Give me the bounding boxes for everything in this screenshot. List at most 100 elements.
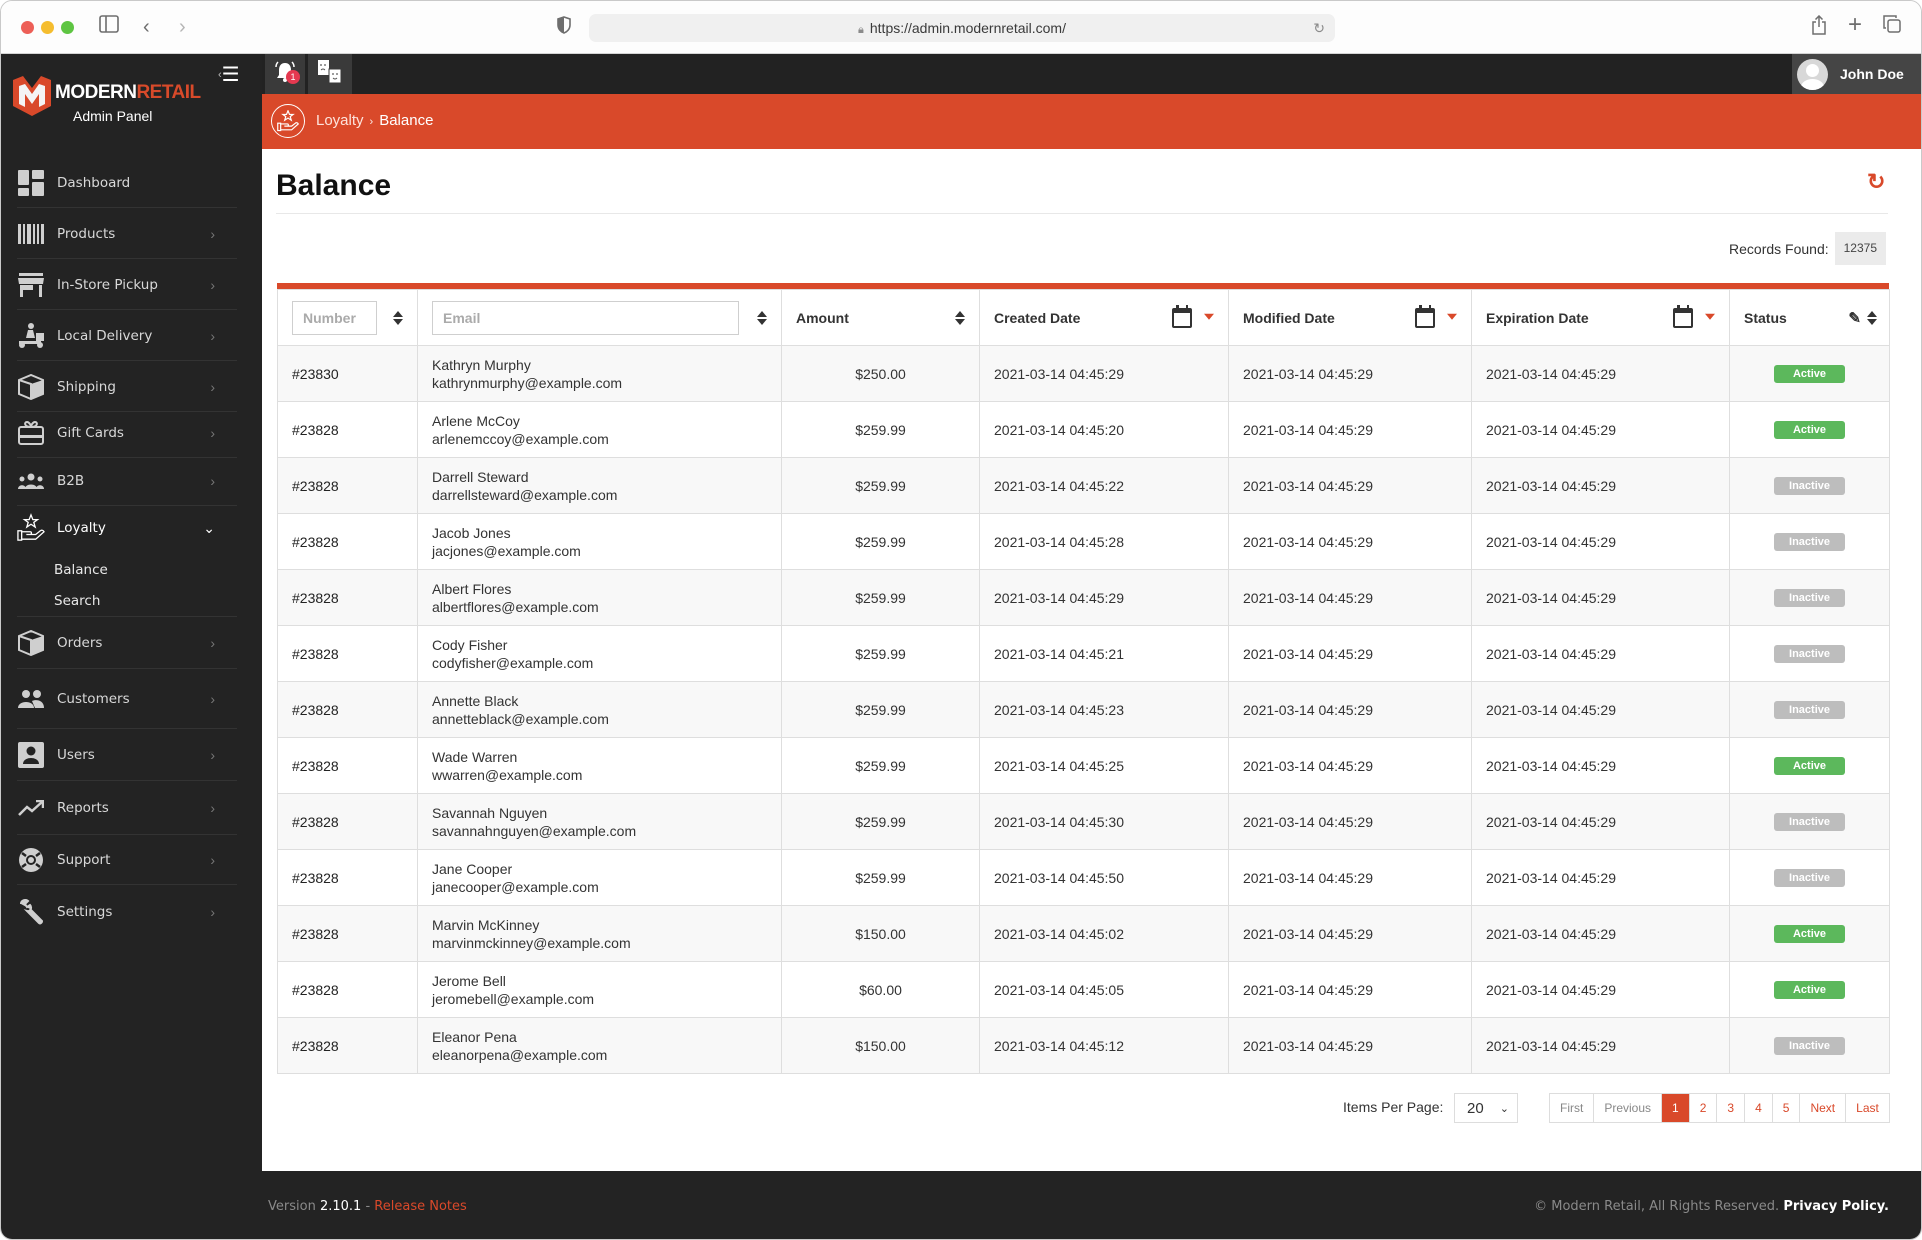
order-number[interactable]: #23828 <box>292 422 339 438</box>
cell-customer: Annette Black annetteblack@example.com <box>417 681 782 738</box>
column-status[interactable]: Status ✎ <box>1729 289 1890 346</box>
table-row[interactable]: #23828 Jane Cooper janecooper@example.com $… <box>277 849 1890 906</box>
sidebar-subitem-balance[interactable]: Balance <box>54 562 108 578</box>
page-5-button[interactable]: 5 <box>1772 1094 1801 1122</box>
table-row[interactable]: #23828 Marvin McKinney marvinmckinney@exam… <box>277 905 1890 962</box>
release-notes-link[interactable]: Release Notes <box>374 1199 466 1214</box>
new-tab-icon[interactable]: + <box>1848 13 1862 37</box>
close-window-button[interactable] <box>21 21 34 34</box>
privacy-policy-link[interactable]: Privacy Policy. <box>1783 1199 1889 1214</box>
table-row[interactable]: #23830 Kathryn Murphy kathrynmurphy@exampl… <box>277 345 1890 402</box>
table-row[interactable]: #23828 Annette Black annetteblack@example.… <box>277 681 1890 738</box>
notifications-button[interactable]: 1 <box>265 54 305 94</box>
table-row[interactable]: #23828 Eleanor Pena eleanorpena@example.co… <box>277 1017 1890 1074</box>
table-row[interactable]: #23828 Cody Fisher codyfisher@example.com $… <box>277 625 1890 682</box>
page-first-button[interactable]: First <box>1550 1094 1595 1122</box>
share-icon[interactable] <box>1811 14 1827 41</box>
table-row[interactable]: #23828 Arlene McCoy arlenemccoy@example.co… <box>277 401 1890 458</box>
page-title: Balance <box>276 169 392 202</box>
page-1-button[interactable]: 1 <box>1662 1094 1690 1122</box>
calendar-icon[interactable] <box>1415 304 1435 328</box>
forward-icon[interactable]: › <box>179 15 186 39</box>
maximize-window-button[interactable] <box>61 21 74 34</box>
order-number[interactable]: #23828 <box>292 702 339 718</box>
table-row[interactable]: #23828 Albert Flores albertflores@example.… <box>277 569 1890 626</box>
order-number[interactable]: #23828 <box>292 870 339 886</box>
sidebar-item-gift-cards[interactable]: Gift Cards › <box>17 408 237 458</box>
email-filter-input[interactable] <box>432 300 739 335</box>
order-number[interactable]: #23828 <box>292 814 339 830</box>
table-row[interactable]: #23828 Jacob Jones jacjones@example.com $25… <box>277 513 1890 570</box>
order-number[interactable]: #23828 <box>292 982 339 998</box>
table-row[interactable]: #23828 Wade Warren wwarren@example.com $259… <box>277 737 1890 794</box>
feedback-button[interactable] <box>308 54 352 94</box>
sidebar-item-label: Loyalty <box>57 520 106 536</box>
page-last-button[interactable]: Last <box>1846 1094 1889 1122</box>
shield-icon[interactable] <box>557 16 571 40</box>
sidebar-item-settings[interactable]: Settings › <box>17 885 237 939</box>
dropdown-caret-icon[interactable] <box>1447 313 1457 320</box>
order-number[interactable]: #23828 <box>292 478 339 494</box>
sidebar-item-loyalty[interactable]: Loyalty ⌄ <box>17 503 237 553</box>
items-per-page-label: Items Per Page: <box>1343 1099 1444 1115</box>
column-created-date[interactable]: Created Date <box>979 289 1229 346</box>
order-number[interactable]: #23828 <box>292 646 339 662</box>
sidebar-item-products[interactable]: Products › <box>17 209 237 259</box>
column-modified-date[interactable]: Modified Date <box>1228 289 1472 346</box>
sort-icon[interactable] <box>1867 310 1877 325</box>
calendar-icon[interactable] <box>1673 304 1693 328</box>
breadcrumb-loyalty[interactable]: Loyalty <box>316 112 364 129</box>
order-number[interactable]: #23828 <box>292 534 339 550</box>
page-previous-button[interactable]: Previous <box>1594 1094 1663 1122</box>
page-4-button[interactable]: 4 <box>1745 1094 1773 1122</box>
table-row[interactable]: #23828 Darrell Steward darrellsteward@exam… <box>277 457 1890 514</box>
sidebar-item-users[interactable]: Users › <box>17 729 237 781</box>
dropdown-caret-icon[interactable] <box>1705 313 1715 320</box>
order-number[interactable]: #23828 <box>292 1038 339 1054</box>
user-menu[interactable]: John Doe <box>1792 54 1921 94</box>
tabs-overview-icon[interactable] <box>1883 15 1901 39</box>
order-number[interactable]: #23830 <box>292 366 339 382</box>
sidebar-item-in-store-pickup[interactable]: In-Store Pickup › <box>17 260 237 310</box>
address-bar[interactable]: 🔒︎ https://admin.modernretail.com/ ↻ <box>589 14 1335 42</box>
sidebar-item-dashboard[interactable]: Dashboard <box>17 158 237 208</box>
table-row[interactable]: #23828 Savannah Nguyen savannahnguyen@exam… <box>277 793 1890 850</box>
sort-icon[interactable] <box>757 310 767 325</box>
order-number[interactable]: #23828 <box>292 758 339 774</box>
customer-email: albertflores@example.com <box>432 598 599 615</box>
column-amount[interactable]: Amount <box>781 289 980 346</box>
sidebar-item-shipping[interactable]: Shipping › <box>17 362 237 412</box>
edit-pencil-icon[interactable]: ✎ <box>1848 309 1861 327</box>
minimize-window-button[interactable] <box>41 21 54 34</box>
sidebar-item-customers[interactable]: Customers › <box>17 669 237 729</box>
amount: $259.99 <box>855 645 906 662</box>
sidebar-item-local-delivery[interactable]: Local Delivery › <box>17 311 237 361</box>
refresh-icon[interactable]: ↻ <box>1867 169 1885 195</box>
back-icon[interactable]: ‹ <box>143 15 150 39</box>
sidebar-item-b2b[interactable]: B2B › <box>17 456 237 506</box>
order-number[interactable]: #23828 <box>292 590 339 606</box>
calendar-icon[interactable] <box>1172 304 1192 328</box>
sidebar-item-label: Settings <box>57 904 113 920</box>
customer-email: kathrynmurphy@example.com <box>432 374 623 391</box>
sort-icon[interactable] <box>955 310 965 325</box>
chevron-right-icon: › <box>210 424 215 441</box>
brand-logo[interactable]: MODERNRETAIL Admin Panel <box>13 76 253 126</box>
number-filter-input[interactable] <box>292 300 377 335</box>
sidebar-subitem-search[interactable]: Search <box>54 593 100 609</box>
page-3-button[interactable]: 3 <box>1717 1094 1746 1122</box>
column-expiration-date[interactable]: Expiration Date <box>1471 289 1730 346</box>
sidebar-item-support[interactable]: Support › <box>17 835 237 885</box>
dropdown-caret-icon[interactable] <box>1204 313 1214 320</box>
items-per-page-select[interactable]: 20 ⌄ <box>1454 1093 1518 1123</box>
sidebar-item-orders[interactable]: Orders › <box>17 616 237 669</box>
order-number[interactable]: #23828 <box>292 926 339 942</box>
table-row[interactable]: #23828 Jerome Bell jeromebell@example.com $… <box>277 961 1890 1018</box>
collapse-sidebar-button[interactable]: ‹☰ <box>218 65 250 86</box>
page-2-button[interactable]: 2 <box>1689 1094 1718 1122</box>
sidebar-item-reports[interactable]: Reports › <box>17 781 237 835</box>
reload-icon[interactable]: ↻ <box>1313 14 1325 42</box>
page-next-button[interactable]: Next <box>1800 1094 1847 1122</box>
sidebar-toggle-icon[interactable] <box>99 15 119 39</box>
sort-icon[interactable] <box>393 310 403 325</box>
